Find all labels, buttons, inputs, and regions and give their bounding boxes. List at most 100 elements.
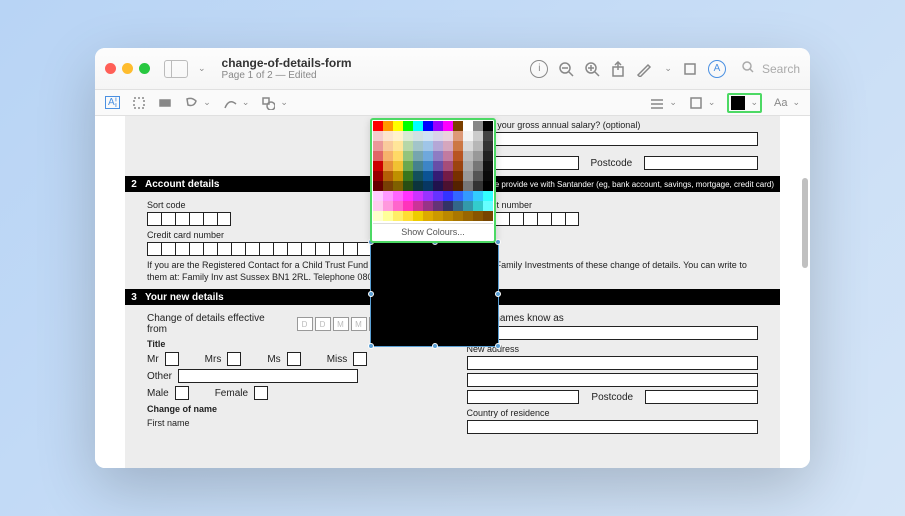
color-swatch[interactable] — [473, 171, 483, 181]
color-swatch[interactable] — [443, 131, 453, 141]
color-swatch[interactable] — [453, 161, 463, 171]
color-swatch[interactable] — [463, 171, 473, 181]
color-swatch[interactable] — [483, 121, 493, 131]
lasso-tool-icon[interactable]: ⌄ — [184, 96, 211, 110]
other-names-field[interactable] — [467, 326, 759, 340]
zoom-out-icon[interactable] — [558, 61, 574, 77]
other-title-field[interactable] — [178, 369, 358, 383]
color-swatch[interactable] — [373, 141, 383, 151]
color-swatch[interactable] — [373, 121, 383, 131]
color-swatch[interactable] — [393, 121, 403, 131]
color-swatch[interactable] — [453, 141, 463, 151]
color-swatch[interactable] — [443, 121, 453, 131]
color-swatch[interactable] — [393, 181, 403, 191]
color-swatch[interactable] — [403, 161, 413, 171]
redact-tool-icon[interactable] — [158, 96, 172, 110]
color-swatch[interactable] — [383, 131, 393, 141]
fill-color-button[interactable]: ⌄ — [727, 93, 762, 113]
zoom-in-icon[interactable] — [584, 61, 600, 77]
color-swatch[interactable] — [433, 201, 443, 211]
color-swatch[interactable] — [383, 141, 393, 151]
color-swatch[interactable] — [423, 181, 433, 191]
color-swatch[interactable] — [453, 191, 463, 201]
mrs-checkbox[interactable] — [227, 352, 241, 366]
sidebar-toggle-button[interactable] — [164, 60, 188, 78]
color-swatch[interactable] — [453, 151, 463, 161]
color-swatch[interactable] — [473, 131, 483, 141]
color-swatch[interactable] — [383, 151, 393, 161]
color-swatch[interactable] — [413, 191, 423, 201]
miss-checkbox[interactable] — [353, 352, 367, 366]
date-digit[interactable]: M — [351, 317, 367, 331]
color-swatch[interactable] — [463, 201, 473, 211]
color-swatch[interactable] — [383, 201, 393, 211]
show-colors-button[interactable]: Show Colours... — [373, 223, 493, 240]
color-swatch[interactable] — [453, 211, 463, 221]
color-swatch[interactable] — [443, 211, 453, 221]
selection-tool-icon[interactable] — [132, 96, 146, 110]
color-swatch[interactable] — [383, 191, 393, 201]
color-swatch[interactable] — [413, 131, 423, 141]
mr-checkbox[interactable] — [165, 352, 179, 366]
color-swatch[interactable] — [473, 191, 483, 201]
color-swatch[interactable] — [393, 171, 403, 181]
color-swatch[interactable] — [473, 201, 483, 211]
color-swatch[interactable] — [393, 191, 403, 201]
color-swatch[interactable] — [443, 171, 453, 181]
color-swatch[interactable] — [463, 161, 473, 171]
color-swatch[interactable] — [373, 171, 383, 181]
color-swatch[interactable] — [403, 181, 413, 191]
color-swatch[interactable] — [393, 161, 403, 171]
color-swatch[interactable] — [403, 121, 413, 131]
color-swatch[interactable] — [483, 161, 493, 171]
search-field[interactable]: Search — [742, 61, 800, 77]
color-swatch[interactable] — [403, 201, 413, 211]
color-swatch[interactable] — [443, 201, 453, 211]
color-swatch[interactable] — [463, 191, 473, 201]
color-swatch[interactable] — [433, 121, 443, 131]
color-swatch[interactable] — [413, 211, 423, 221]
scrollbar-thumb[interactable] — [802, 178, 808, 268]
color-swatch[interactable] — [463, 211, 473, 221]
color-swatch[interactable] — [423, 211, 433, 221]
color-swatch[interactable] — [393, 151, 403, 161]
female-checkbox[interactable] — [254, 386, 268, 400]
color-swatch[interactable] — [393, 141, 403, 151]
color-swatch[interactable] — [453, 201, 463, 211]
color-swatch[interactable] — [433, 181, 443, 191]
color-swatch[interactable] — [383, 211, 393, 221]
rotate-icon[interactable] — [682, 61, 698, 77]
color-swatch[interactable] — [373, 161, 383, 171]
color-swatch[interactable] — [383, 181, 393, 191]
color-swatch[interactable] — [463, 131, 473, 141]
date-digit[interactable]: D — [297, 317, 313, 331]
redaction-shape[interactable] — [371, 242, 498, 346]
text-style-button[interactable]: Aa⌄ — [774, 97, 800, 109]
color-swatch[interactable] — [453, 181, 463, 191]
color-swatch[interactable] — [373, 151, 383, 161]
color-swatch[interactable] — [483, 191, 493, 201]
document-viewport[interactable]: What is your gross annual salary? (optio… — [95, 116, 810, 468]
color-swatch[interactable] — [413, 161, 423, 171]
color-swatch[interactable] — [413, 171, 423, 181]
border-color-button[interactable]: ⌄ — [689, 96, 716, 110]
color-swatch[interactable] — [373, 191, 383, 201]
minimize-window-button[interactable] — [122, 63, 133, 74]
color-swatch[interactable] — [383, 121, 393, 131]
color-swatch[interactable] — [423, 121, 433, 131]
address-field-1[interactable] — [467, 356, 759, 370]
color-swatch[interactable] — [473, 161, 483, 171]
color-swatch[interactable] — [483, 211, 493, 221]
color-swatch[interactable] — [463, 121, 473, 131]
color-swatch[interactable] — [423, 191, 433, 201]
color-swatch[interactable] — [433, 161, 443, 171]
color-swatch[interactable] — [403, 151, 413, 161]
color-swatch[interactable] — [433, 141, 443, 151]
color-swatch[interactable] — [443, 151, 453, 161]
color-swatch[interactable] — [393, 131, 403, 141]
color-swatch[interactable] — [423, 161, 433, 171]
color-swatch[interactable] — [403, 131, 413, 141]
color-swatch[interactable] — [473, 121, 483, 131]
text-tool-icon[interactable]: A¦ — [105, 96, 120, 109]
date-digit[interactable]: D — [315, 317, 331, 331]
